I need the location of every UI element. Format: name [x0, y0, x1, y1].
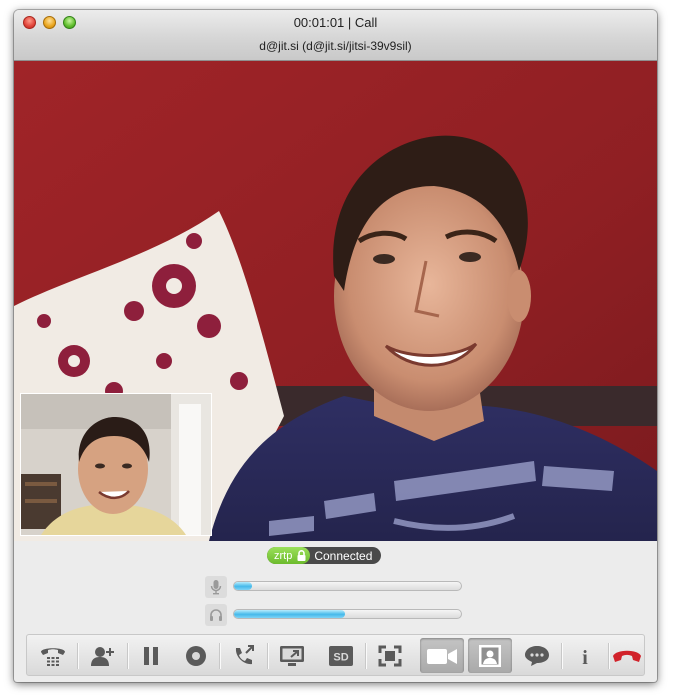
microphone-level-fill	[234, 582, 253, 590]
info-button[interactable]: i	[565, 638, 605, 673]
pause-icon	[144, 646, 158, 665]
video-toggle-button[interactable]	[420, 638, 464, 673]
desktop-sharing-button[interactable]	[272, 638, 312, 673]
lock-icon	[297, 550, 306, 561]
add-participant-button[interactable]	[83, 638, 123, 673]
call-window: 00:01:01 | Call d@jit.si (d@jit.si/jitsi…	[14, 10, 657, 682]
sd-icon: SD	[329, 645, 353, 666]
zrtp-badge: zrtp	[267, 547, 311, 564]
zrtp-label: zrtp	[274, 549, 293, 562]
speaker-level-meter	[233, 609, 462, 619]
connection-status: Connected	[314, 548, 373, 563]
speaker-level-fill	[234, 610, 346, 618]
sd-label: SD	[333, 651, 348, 663]
local-video-toggle-button[interactable]	[468, 638, 512, 673]
video-camera-icon	[427, 648, 457, 664]
transfer-call-icon	[235, 644, 254, 664]
fullscreen-icon	[378, 645, 402, 666]
contact-address: d@jit.si (d@jit.si/jitsi-39v9sil)	[259, 39, 412, 53]
call-toolbar: SD i	[26, 634, 645, 676]
hold-button[interactable]	[131, 638, 171, 673]
dialpad-button[interactable]	[33, 638, 73, 673]
title-bar[interactable]: 00:01:01 | Call d@jit.si (d@jit.si/jitsi…	[14, 10, 657, 61]
video-quality-button[interactable]: SD	[321, 638, 361, 673]
local-video-preview[interactable]	[20, 393, 212, 536]
transfer-call-button[interactable]	[224, 638, 264, 673]
chat-button[interactable]	[517, 638, 557, 673]
desktop-share-icon	[280, 645, 304, 666]
dialpad-phone-icon	[41, 647, 65, 666]
fullscreen-button[interactable]	[370, 638, 410, 673]
record-icon	[186, 645, 206, 666]
hangup-icon	[613, 650, 641, 662]
add-user-icon	[91, 646, 114, 666]
record-button[interactable]	[176, 638, 216, 673]
headphones-icon[interactable]	[205, 604, 227, 626]
info-label: i	[582, 647, 588, 667]
chat-bubble-icon	[525, 645, 549, 666]
window-title: 00:01:01 | Call	[293, 15, 378, 30]
microphone-level-meter	[233, 581, 462, 591]
microphone-level-row	[205, 576, 463, 598]
security-status-badge[interactable]: zrtp Connected	[267, 547, 382, 564]
microphone-icon[interactable]	[205, 576, 227, 598]
hangup-button[interactable]	[609, 638, 645, 673]
speaker-level-row	[205, 604, 463, 626]
info-icon: i	[582, 647, 588, 667]
local-video-icon	[479, 644, 501, 667]
